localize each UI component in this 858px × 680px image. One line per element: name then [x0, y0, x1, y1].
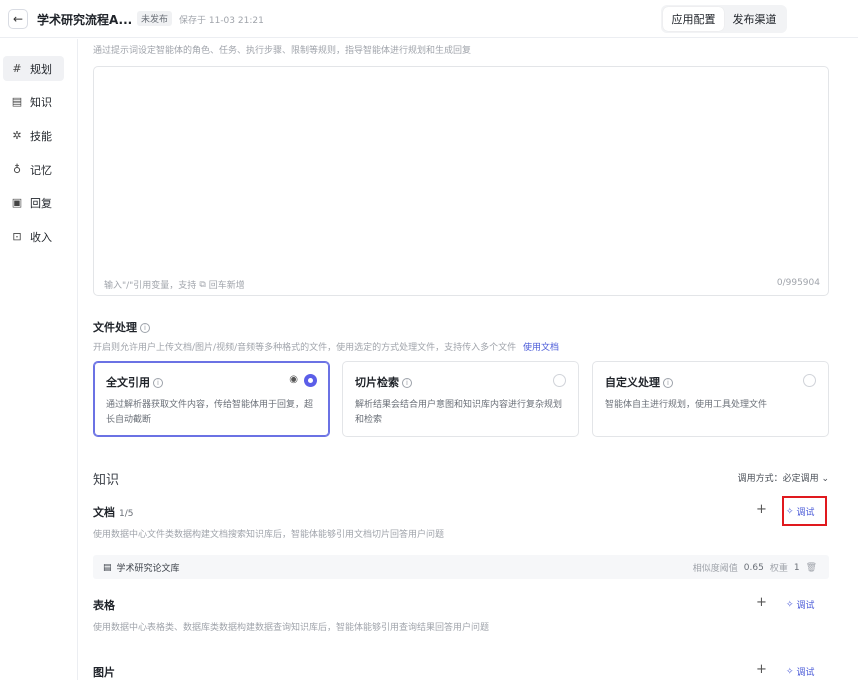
reply-icon: ▣	[11, 196, 23, 209]
bag-icon: ⊡	[12, 230, 22, 243]
prompt-editor[interactable]: 输入"/"引用变量，支持 ⧉ 回车新增 0/995904	[93, 66, 829, 296]
option-title-text: 自定义处理	[605, 376, 660, 389]
debug-label: 调试	[796, 668, 815, 678]
char-counter: 0/995904	[776, 278, 820, 288]
doc-link[interactable]: 使用文档	[523, 343, 559, 353]
sidebar-item-label: 规划	[30, 62, 52, 76]
call-mode-label: 调用方式：必定调用	[737, 474, 819, 484]
prompt-placeholder: 输入"/"引用变量，支持 ⧉ 回车新增	[104, 278, 245, 292]
threshold-label: 相似度阈值	[692, 564, 738, 574]
file-processing-desc-text: 开启则允许用户上传文档/图片/视频/音频等多种格式的文件，使用选定的方式处理文件…	[93, 343, 517, 353]
sparkle-icon: ✲	[12, 129, 22, 142]
file-processing-title: 文件处理 i	[93, 319, 150, 335]
option-card-full-text[interactable]: 全文引用 i ◉ 通过解析器获取文件内容，传给智能体用于回复，超长自动截断	[93, 361, 330, 437]
sidebar-item-planning[interactable]: # 规划	[3, 56, 64, 81]
weight-value: 1	[793, 562, 800, 573]
option-title: 自定义处理 i	[605, 374, 673, 390]
docs-count: 1/5	[119, 509, 134, 519]
prompt-hint: 通过提示词设定智能体的角色、任务、执行步骤、限制等规则，指导智能体进行规划和生成…	[93, 46, 472, 56]
sidebar-item-label: 知识	[30, 95, 52, 109]
debug-label: 调试	[796, 601, 815, 611]
add-table-button[interactable]: +	[756, 595, 767, 610]
info-icon[interactable]: i	[153, 378, 163, 388]
document-icon: ▤	[103, 562, 112, 573]
option-card-custom[interactable]: 自定义处理 i 智能体自主进行规划，使用工具处理文件	[592, 361, 829, 437]
chevron-down-icon: ⌄	[818, 474, 829, 484]
back-button[interactable]: ←	[8, 9, 28, 29]
threshold-value: 0.65	[743, 562, 764, 573]
trash-icon[interactable]: 🗑	[806, 563, 817, 573]
sidebar-item-memory[interactable]: ♁ 记忆	[3, 157, 64, 182]
sidebar-item-income[interactable]: ⊡ 收入	[3, 224, 64, 249]
tables-desc: 使用数据中心表格类、数据库类数据构建数据查询知识库后，智能体能够引用查询结果回答…	[93, 623, 490, 633]
doc-name: ▤ 学术研究论文库	[103, 561, 180, 575]
tables-title: 表格	[93, 599, 115, 612]
tab-app-config[interactable]: 应用配置	[663, 7, 724, 31]
sidebar-item-reply[interactable]: ▣ 回复	[3, 190, 64, 215]
sidebar-item-label: 技能	[30, 129, 52, 143]
placeholder-prefix: 输入"/"引用变量，支持	[104, 281, 197, 291]
highlight-box	[782, 496, 827, 526]
option-title: 切片检索 i	[355, 374, 412, 390]
file-processing-label: 文件处理	[93, 321, 137, 334]
docs-desc: 使用数据中心文件类数据构建文档搜索知识库后，智能体能够引用文档切片回答用户问题	[93, 530, 445, 540]
weight-label: 权重	[769, 564, 788, 574]
images-title: 图片	[93, 666, 115, 679]
debug-tables-button[interactable]: ✧ 调试	[786, 598, 815, 612]
sparkle-icon: ✧	[786, 666, 794, 677]
app-title: 学术研究流程A...	[37, 13, 133, 27]
option-card-slice-retrieval[interactable]: 切片检索 i 解析结果会结合用户意图和知识库内容进行复杂规划和检索	[342, 361, 579, 437]
sparkle-icon: ✧	[786, 599, 794, 610]
eye-icon[interactable]: ◉	[289, 374, 298, 385]
app-header: ← 学术研究流程A... 未发布 保存于 11-03 21:21 应用配置 发布…	[0, 0, 858, 38]
file-processing-desc: 开启则允许用户上传文档/图片/视频/音频等多种格式的文件，使用选定的方式处理文件…	[93, 340, 559, 353]
hash-icon: #	[12, 62, 22, 75]
placeholder-suffix: 回车新增	[208, 281, 245, 291]
info-icon[interactable]: i	[663, 378, 673, 388]
info-icon[interactable]: i	[140, 323, 150, 333]
arrow-left-icon: ←	[12, 12, 24, 26]
add-doc-button[interactable]: +	[756, 502, 767, 517]
bulb-icon: ♁	[12, 163, 22, 176]
option-desc: 智能体自主进行规划，使用工具处理文件	[605, 400, 768, 410]
list-item[interactable]: ▤ 学术研究论文库 相似度阈值 0.65 权重 1 🗑	[93, 555, 829, 579]
doc-meta: 相似度阈值 0.65 权重 1 🗑	[692, 561, 817, 575]
copy-icon: ⧉	[199, 279, 206, 290]
sidebar-item-label: 收入	[30, 230, 52, 244]
option-title-text: 切片检索	[355, 376, 399, 389]
sidebar-item-label: 回复	[30, 196, 52, 210]
radio-unselected[interactable]	[803, 374, 816, 387]
info-icon[interactable]: i	[402, 378, 412, 388]
doc-name-text: 学术研究论文库	[116, 564, 180, 574]
sidebar-item-skills[interactable]: ✲ 技能	[3, 123, 64, 148]
docs-title: 文档 1/5	[93, 504, 133, 520]
sidebar-item-knowledge[interactable]: ▤ 知识	[3, 89, 64, 114]
debug-images-button[interactable]: ✧ 调试	[786, 665, 815, 679]
radio-unselected[interactable]	[553, 374, 566, 387]
docs-title-text: 文档	[93, 506, 115, 519]
config-tabs: 应用配置 发布渠道	[661, 5, 787, 33]
option-title-text: 全文引用	[106, 376, 150, 389]
sidebar: # 规划 ▤ 知识 ✲ 技能 ♁ 记忆 ▣ 回复 ⊡ 收入	[0, 39, 78, 680]
option-desc: 通过解析器获取文件内容，传给智能体用于回复，超长自动截断	[106, 400, 314, 425]
tab-publish-channel[interactable]: 发布渠道	[724, 7, 785, 31]
knowledge-heading: 知识	[93, 473, 120, 488]
save-timestamp: 保存于 11-03 21:21	[179, 16, 264, 26]
option-title: 全文引用 i	[106, 374, 163, 390]
radio-selected[interactable]	[304, 374, 317, 387]
sidebar-item-label: 记忆	[30, 163, 52, 177]
status-badge: 未发布	[137, 11, 173, 26]
book-icon: ▤	[11, 95, 23, 108]
main-content: 通过提示词设定智能体的角色、任务、执行步骤、限制等规则，指导智能体进行规划和生成…	[79, 39, 858, 680]
call-mode-dropdown[interactable]: 调用方式：必定调用 ⌄	[738, 471, 829, 484]
option-desc: 解析结果会结合用户意图和知识库内容进行复杂规划和检索	[355, 400, 563, 425]
add-image-button[interactable]: +	[756, 662, 767, 677]
